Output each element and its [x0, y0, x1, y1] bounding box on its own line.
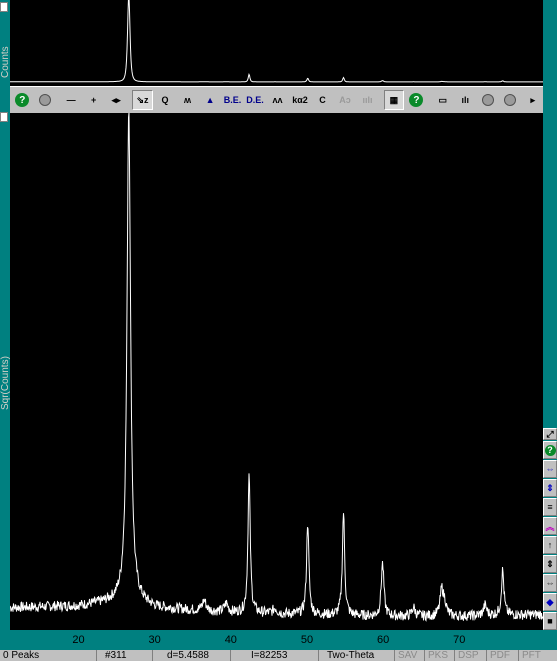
a-dim-button[interactable]: Aↄ — [334, 90, 356, 110]
c-button[interactable]: C — [312, 90, 333, 110]
x-tick-label: 50 — [300, 634, 314, 646]
grid-icon: ▦ — [389, 94, 399, 105]
target-icon — [481, 94, 494, 106]
status-axis-mode: Two-Theta — [318, 650, 394, 661]
monitor-icon: ▭ — [438, 94, 448, 105]
status-pdf[interactable]: PDF — [486, 650, 518, 661]
pattern-chart — [9, 112, 544, 622]
plus-icon: + — [91, 95, 97, 105]
c-icon: C — [319, 95, 326, 105]
target-button[interactable] — [477, 90, 499, 110]
plus-button[interactable]: + — [83, 90, 104, 110]
up-arrow-icon: ↑ — [547, 540, 553, 550]
pan-arrows-button[interactable]: ◂▸ — [105, 90, 127, 110]
expand-v-icon: ⇕ — [546, 482, 554, 493]
ka2-icon: kα2 — [292, 95, 308, 105]
expand-h-icon: ⇔ — [545, 464, 555, 474]
x-tick-label: 60 — [376, 634, 390, 646]
de-icon: D.E. — [246, 95, 264, 105]
be-icon: B.E. — [223, 95, 242, 105]
status-scan: #311 — [96, 650, 152, 661]
resize-icon: ⤢ — [546, 428, 554, 439]
ka2-button[interactable]: kα2 — [289, 90, 311, 110]
help-green-2-button[interactable]: ? — [406, 90, 427, 110]
dark-button[interactable]: ■ — [543, 612, 557, 630]
resize-button[interactable]: ⤢ — [543, 428, 557, 440]
zoom-select-button[interactable]: ⇘z — [132, 90, 153, 110]
right-toolbar: ⤢? ⇔ ⇕ ≡ ︽ ↑ ⇕ ⇔ ◆ ■ — [543, 428, 557, 631]
help-icon: ? — [544, 444, 556, 456]
be-button[interactable]: B.E. — [222, 90, 243, 110]
bars-dim-icon: ıılı — [362, 95, 373, 105]
a-dim-icon: Aↄ — [339, 95, 351, 105]
diamond-button[interactable]: ◆ — [543, 593, 557, 611]
status-sav[interactable]: SAV — [394, 650, 424, 661]
help-green-2-icon: ? — [409, 93, 424, 107]
x-tick-label: 20 — [72, 634, 85, 646]
peak-marker-button[interactable]: ʍ — [177, 90, 198, 110]
status-intensity: I=82253 — [230, 650, 318, 661]
next-button[interactable]: ▸ — [522, 90, 544, 110]
status-pft[interactable]: PFT — [518, 650, 557, 661]
leftright-button[interactable]: ⇔ — [543, 574, 557, 592]
magnifier-button[interactable]: Q — [154, 90, 176, 110]
expand-h-button[interactable]: ⇔ — [543, 460, 557, 478]
grey-circle-icon — [38, 94, 51, 106]
status-d-value: d=5.4588 — [152, 650, 230, 661]
diamond-icon: ◆ — [546, 596, 554, 607]
peak-marker-icon: ʍ — [184, 95, 192, 105]
x-tick-label: 70 — [453, 634, 466, 646]
profile-button[interactable]: ʌʌ — [267, 90, 288, 110]
help-green-button[interactable]: ? — [12, 90, 33, 110]
status-peaks: 0 Peaks — [3, 650, 40, 661]
profile-icon: ʌʌ — [272, 95, 283, 105]
pan-arrows-icon: ◂▸ — [111, 94, 121, 105]
histogram-button[interactable]: ılı — [455, 90, 476, 110]
top-panel-handle[interactable] — [0, 2, 8, 12]
peak-fill-icon: ▲ — [205, 95, 215, 105]
x-tick-label: 40 — [224, 634, 237, 646]
chart-toolbar: ? — + ◂▸ ⇘z Qʍ ▲ B.E. D.E. ʌʌ kα2 C Aↄ ıılı ▦? ▭ ılı ▸ — [10, 86, 544, 114]
main-panel-handle[interactable] — [0, 112, 8, 122]
stop-button[interactable] — [500, 90, 521, 110]
help-button[interactable]: ? — [543, 441, 557, 459]
up-arrow-button[interactable]: ↑ — [543, 536, 557, 554]
updown-button[interactable]: ⇕ — [543, 555, 557, 573]
main-plot[interactable] — [9, 112, 544, 630]
up-chevron-button[interactable]: ︽ — [543, 517, 557, 535]
dark-icon: ■ — [547, 616, 553, 626]
magnifier-icon: Q — [161, 95, 169, 105]
overview-chart — [10, 0, 543, 83]
status-dsp[interactable]: DSP — [454, 650, 486, 661]
pattern-series-line — [9, 112, 544, 622]
grid-button[interactable]: ▦ — [383, 90, 405, 110]
leftright-icon: ⇔ — [545, 578, 555, 588]
up-chevron-icon: ︽ — [545, 521, 555, 532]
grey-circle-button[interactable] — [34, 90, 55, 110]
stop-icon — [504, 94, 517, 106]
status-bar: 0 Peaks #311 d=5.4588 I=82253 Two-Theta … — [0, 650, 557, 661]
lines-icon: ≡ — [547, 502, 553, 512]
de-button[interactable]: D.E. — [244, 90, 266, 110]
minus-icon: — — [66, 95, 76, 105]
monitor-button[interactable]: ▭ — [432, 90, 454, 110]
minus-button[interactable]: — — [60, 90, 82, 110]
overview-plot[interactable] — [10, 0, 543, 86]
help-green-icon: ? — [15, 93, 30, 107]
peak-fill-button[interactable]: ▲ — [199, 90, 221, 110]
x-axis: 20 30 40 50 60 70 — [10, 630, 543, 650]
zoom-select-icon: ⇘z — [136, 94, 149, 105]
bars-dim-button[interactable]: ıılı — [357, 90, 378, 110]
x-tick-label: 30 — [148, 634, 161, 646]
expand-v-button[interactable]: ⇕ — [543, 479, 557, 497]
overview-series-line — [10, 0, 543, 83]
histogram-icon: ılı — [461, 95, 470, 105]
status-pks[interactable]: PKS — [424, 650, 454, 661]
lines-button[interactable]: ≡ — [543, 498, 557, 516]
updown-icon: ⇕ — [546, 558, 554, 569]
next-icon: ▸ — [530, 94, 536, 105]
